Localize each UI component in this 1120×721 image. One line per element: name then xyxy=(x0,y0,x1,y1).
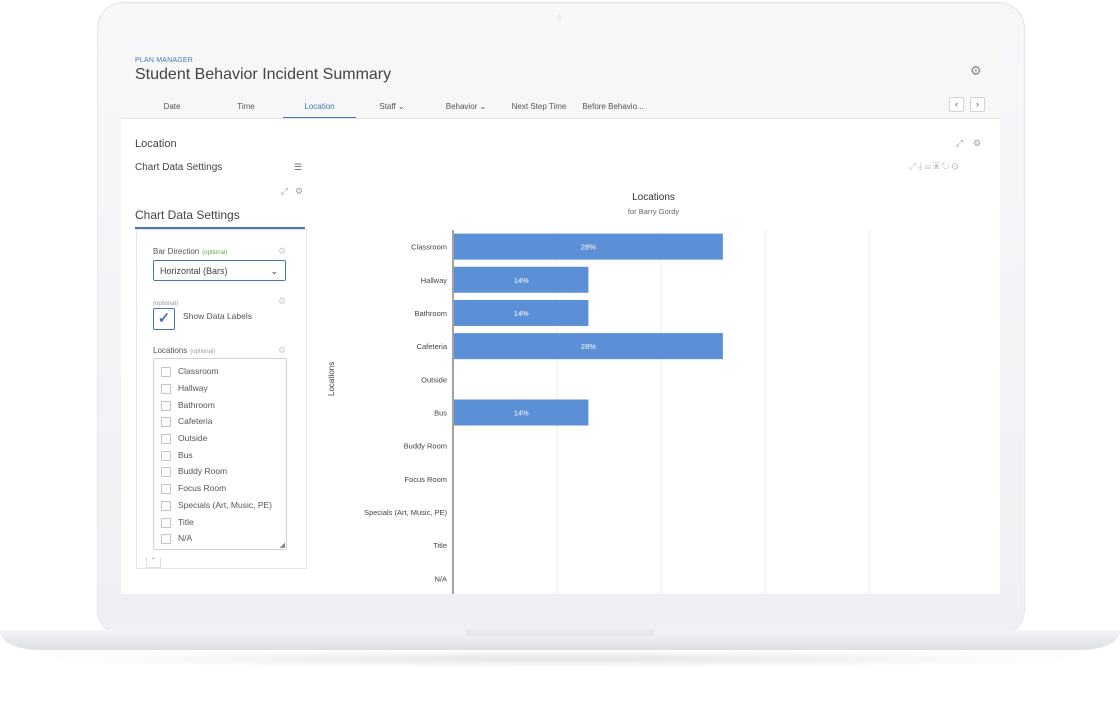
checkbox[interactable] xyxy=(161,433,171,444)
category-tick-label: Classroom xyxy=(411,243,447,252)
checkbox[interactable] xyxy=(161,483,171,494)
show-data-labels-label: Show Data Labels xyxy=(183,311,252,321)
chart-title: Locations xyxy=(632,192,675,203)
show-data-labels-checkbox[interactable]: ✓ xyxy=(153,308,175,330)
category-tick-label: Title xyxy=(433,541,447,550)
locations-label: Locations (optional) xyxy=(153,346,216,355)
data-labels-optional: (optional) xyxy=(153,301,179,307)
list-item[interactable]: Cafeteria xyxy=(161,415,213,428)
chart-data-settings-heading: Chart Data Settings xyxy=(135,162,223,173)
collapse-panel-button[interactable]: ⌃ xyxy=(146,557,161,568)
list-item[interactable]: Bathroom xyxy=(161,399,215,412)
chevron-right-icon: › xyxy=(976,99,979,109)
list-item[interactable]: Outside xyxy=(161,432,207,445)
category-tick-label: Focus Room xyxy=(404,475,447,484)
expand-icon[interactable]: ⤢ xyxy=(956,138,963,149)
save-icon[interactable]: ▣ xyxy=(933,161,942,171)
category-tick-label: Buddy Room xyxy=(404,442,447,451)
list-icon[interactable]: ☰ xyxy=(924,161,933,171)
chevron-down-icon: ⌄ xyxy=(270,266,278,276)
tab-next-step-time[interactable]: Next Step Time xyxy=(508,97,570,118)
list-item[interactable]: Title xyxy=(161,516,194,529)
breadcrumb[interactable]: PLAN MANAGER xyxy=(135,57,193,64)
category-tick-label: Hallway xyxy=(421,276,448,285)
gear-icon[interactable]: ⚙ xyxy=(278,246,286,257)
category-tick-label: Bathroom xyxy=(414,309,447,318)
gear-icon[interactable]: ⚙ xyxy=(278,296,286,307)
bar-data-label: 28% xyxy=(581,243,596,252)
chevron-up-icon: ⌃ xyxy=(150,558,157,564)
page-title: Student Behavior Incident Summary xyxy=(135,66,392,83)
gear-icon[interactable]: ⚙ xyxy=(970,63,982,79)
tab-before-behavior[interactable]: Before Behavio... xyxy=(578,97,648,118)
checkmark-icon: ✓ xyxy=(157,310,171,327)
list-item[interactable]: Specials (Art, Music, PE) xyxy=(161,499,272,512)
panel-title: Chart Data Settings xyxy=(135,208,240,222)
expand-icon[interactable]: ⤢ xyxy=(909,161,918,171)
gear-icon[interactable]: ⚙ xyxy=(973,138,981,149)
list-item[interactable]: Focus Room xyxy=(161,482,226,495)
page-header: PLAN MANAGER Student Behavior Incident S… xyxy=(121,40,1000,119)
list-item[interactable]: N/A xyxy=(161,532,192,545)
tab-bar: Date Time Location Staff ⌄ Behavior ⌄ Ne… xyxy=(121,97,1000,118)
checkbox[interactable] xyxy=(161,400,171,411)
section-title: Location xyxy=(135,138,177,150)
checkbox[interactable] xyxy=(161,366,171,377)
app-screen: PLAN MANAGER Student Behavior Incident S… xyxy=(121,40,1000,594)
tab-location[interactable]: Location xyxy=(283,97,356,118)
gear-icon[interactable]: ⚙ xyxy=(278,345,286,356)
gear-icon[interactable]: ⚙ xyxy=(951,161,960,171)
checkbox[interactable] xyxy=(161,500,171,511)
tab-time[interactable]: Time xyxy=(225,97,267,118)
laptop-notch xyxy=(465,630,655,636)
expand-icon[interactable]: ⤢ xyxy=(281,186,288,197)
gear-icon[interactable]: ⚙ xyxy=(295,186,303,197)
bar-direction-select[interactable]: Horizontal (Bars) ⌄ xyxy=(153,260,286,281)
resize-handle-icon[interactable]: ◢ xyxy=(280,541,285,549)
chevron-down-icon: ⌄ xyxy=(479,102,487,111)
tab-behavior[interactable]: Behavior ⌄ xyxy=(436,97,496,118)
prev-tab-button[interactable]: ‹ xyxy=(949,97,964,112)
checkbox[interactable] xyxy=(161,466,171,477)
checkbox[interactable] xyxy=(161,450,171,461)
bar-chart: Classroom 28% Hallway 14% Bathroom 14% Cafeter… xyxy=(364,230,870,594)
category-tick-label: Specials (Art, Music, PE) xyxy=(364,508,447,517)
list-item[interactable]: Classroom xyxy=(161,365,219,378)
bar-direction-label: Bar Direction (optional) xyxy=(153,247,228,256)
checkbox[interactable] xyxy=(161,517,171,528)
chevron-down-icon: ⌄ xyxy=(397,102,405,111)
category-tick-label: Cafeteria xyxy=(417,342,448,351)
tab-staff[interactable]: Staff ⌄ xyxy=(369,97,415,118)
camera-dot xyxy=(557,15,562,20)
refresh-icon[interactable]: ↻ xyxy=(942,161,952,171)
laptop-shadow xyxy=(20,650,1100,668)
checkbox[interactable] xyxy=(161,383,171,394)
category-tick-label: Outside xyxy=(421,375,447,384)
tab-date[interactable]: Date xyxy=(151,97,193,118)
category-tick-label: N/A xyxy=(434,574,447,583)
bar-data-label: 14% xyxy=(514,309,529,318)
checkbox[interactable] xyxy=(161,416,171,427)
next-tab-button[interactable]: › xyxy=(970,97,985,112)
chevron-left-icon: ‹ xyxy=(955,99,958,109)
list-item[interactable]: Hallway xyxy=(161,382,208,395)
list-item[interactable]: Bus xyxy=(161,449,193,462)
list-item[interactable]: Buddy Room xyxy=(161,465,227,478)
bar-data-label: 14% xyxy=(514,276,529,285)
bar-data-label: 14% xyxy=(514,409,529,418)
list-icon[interactable]: ☰ xyxy=(294,162,302,173)
locations-list[interactable]: Classroom Hallway Bathroom Cafeteria Out… xyxy=(153,358,287,550)
chart-toolbar[interactable]: ⤢⤓☰▣↻⚙ xyxy=(909,161,961,172)
checkbox[interactable] xyxy=(161,533,171,544)
bar-data-label: 28% xyxy=(581,342,596,351)
category-tick-label: Bus xyxy=(434,409,447,418)
chart-subtitle: for Barry Gordy xyxy=(627,207,680,216)
